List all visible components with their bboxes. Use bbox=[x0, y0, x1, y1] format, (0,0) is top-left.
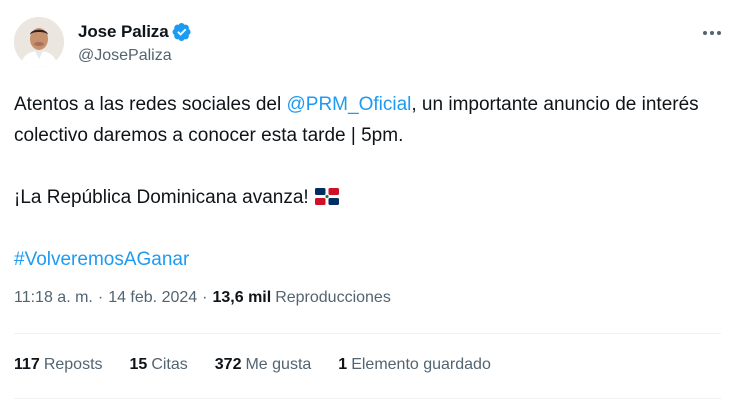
tweet-paragraph-1: Atentos a las redes sociales del @PRM_Of… bbox=[14, 89, 719, 151]
bookmarks-label: Elemento guardado bbox=[351, 356, 491, 373]
likes-count: 372 bbox=[214, 356, 242, 373]
engagement-stats: 117 Reposts 15 Citas 372 Me gusta 1 Elemento… bbox=[14, 356, 518, 374]
text-line2: ¡La República Dominicana avanza! bbox=[14, 187, 309, 208]
tweet-time[interactable]: 11:18 a. m. bbox=[14, 289, 93, 307]
views-label: Reproducciones bbox=[275, 289, 391, 306]
separator: · bbox=[97, 289, 104, 306]
profile-photo-icon bbox=[14, 17, 64, 67]
likes-stat[interactable]: 372 Me gusta bbox=[215, 356, 312, 374]
tweet-text: Atentos a las redes sociales del @PRM_Of… bbox=[14, 89, 719, 275]
dot-icon bbox=[703, 31, 707, 35]
quotes-stat[interactable]: 15 Citas bbox=[130, 356, 188, 374]
tweet-paragraph-3: #VolveremosAGanar bbox=[14, 244, 719, 275]
separator: · bbox=[202, 289, 208, 306]
dominican-republic-flag-icon bbox=[314, 184, 339, 205]
divider bbox=[14, 333, 721, 334]
author-handle[interactable]: @JosePaliza bbox=[78, 47, 192, 65]
bookmarks-count: 1 bbox=[338, 356, 348, 373]
tweet-card: Jose Paliza @JosePaliza Atentos a las re… bbox=[0, 0, 737, 403]
author-names: Jose Paliza @JosePaliza bbox=[78, 21, 192, 65]
reposts-label: Reposts bbox=[43, 356, 103, 373]
display-name[interactable]: Jose Paliza bbox=[78, 22, 169, 42]
dot-icon bbox=[710, 31, 714, 35]
quotes-count: 15 bbox=[129, 356, 148, 373]
dot-icon bbox=[717, 31, 721, 35]
mention-link[interactable]: @PRM_Oficial bbox=[287, 94, 412, 115]
verified-badge-icon[interactable] bbox=[172, 22, 192, 42]
quotes-label: Citas bbox=[151, 356, 188, 373]
reposts-stat[interactable]: 117 Reposts bbox=[14, 356, 103, 374]
avatar[interactable] bbox=[14, 17, 64, 67]
bookmarks-stat[interactable]: 1 Elemento guardado bbox=[338, 356, 491, 374]
divider bbox=[14, 398, 721, 399]
text-prefix: Atentos a las redes sociales del bbox=[14, 94, 287, 115]
reposts-count: 117 bbox=[14, 356, 40, 373]
hashtag-link[interactable]: #VolveremosAGanar bbox=[14, 249, 189, 270]
tweet-paragraph-2: ¡La República Dominicana avanza! bbox=[14, 182, 719, 213]
tweet-meta: 11:18 a. m. · 14 feb. 2024 · 13,6 mil Re… bbox=[14, 289, 391, 307]
tweet-date[interactable]: 14 feb. 2024 bbox=[108, 289, 197, 307]
views-count: 13,6 mil bbox=[212, 289, 272, 306]
likes-label: Me gusta bbox=[245, 356, 312, 373]
more-options-button[interactable] bbox=[700, 21, 724, 45]
display-name-row: Jose Paliza bbox=[78, 21, 192, 43]
tweet-header: Jose Paliza @JosePaliza bbox=[14, 17, 724, 71]
